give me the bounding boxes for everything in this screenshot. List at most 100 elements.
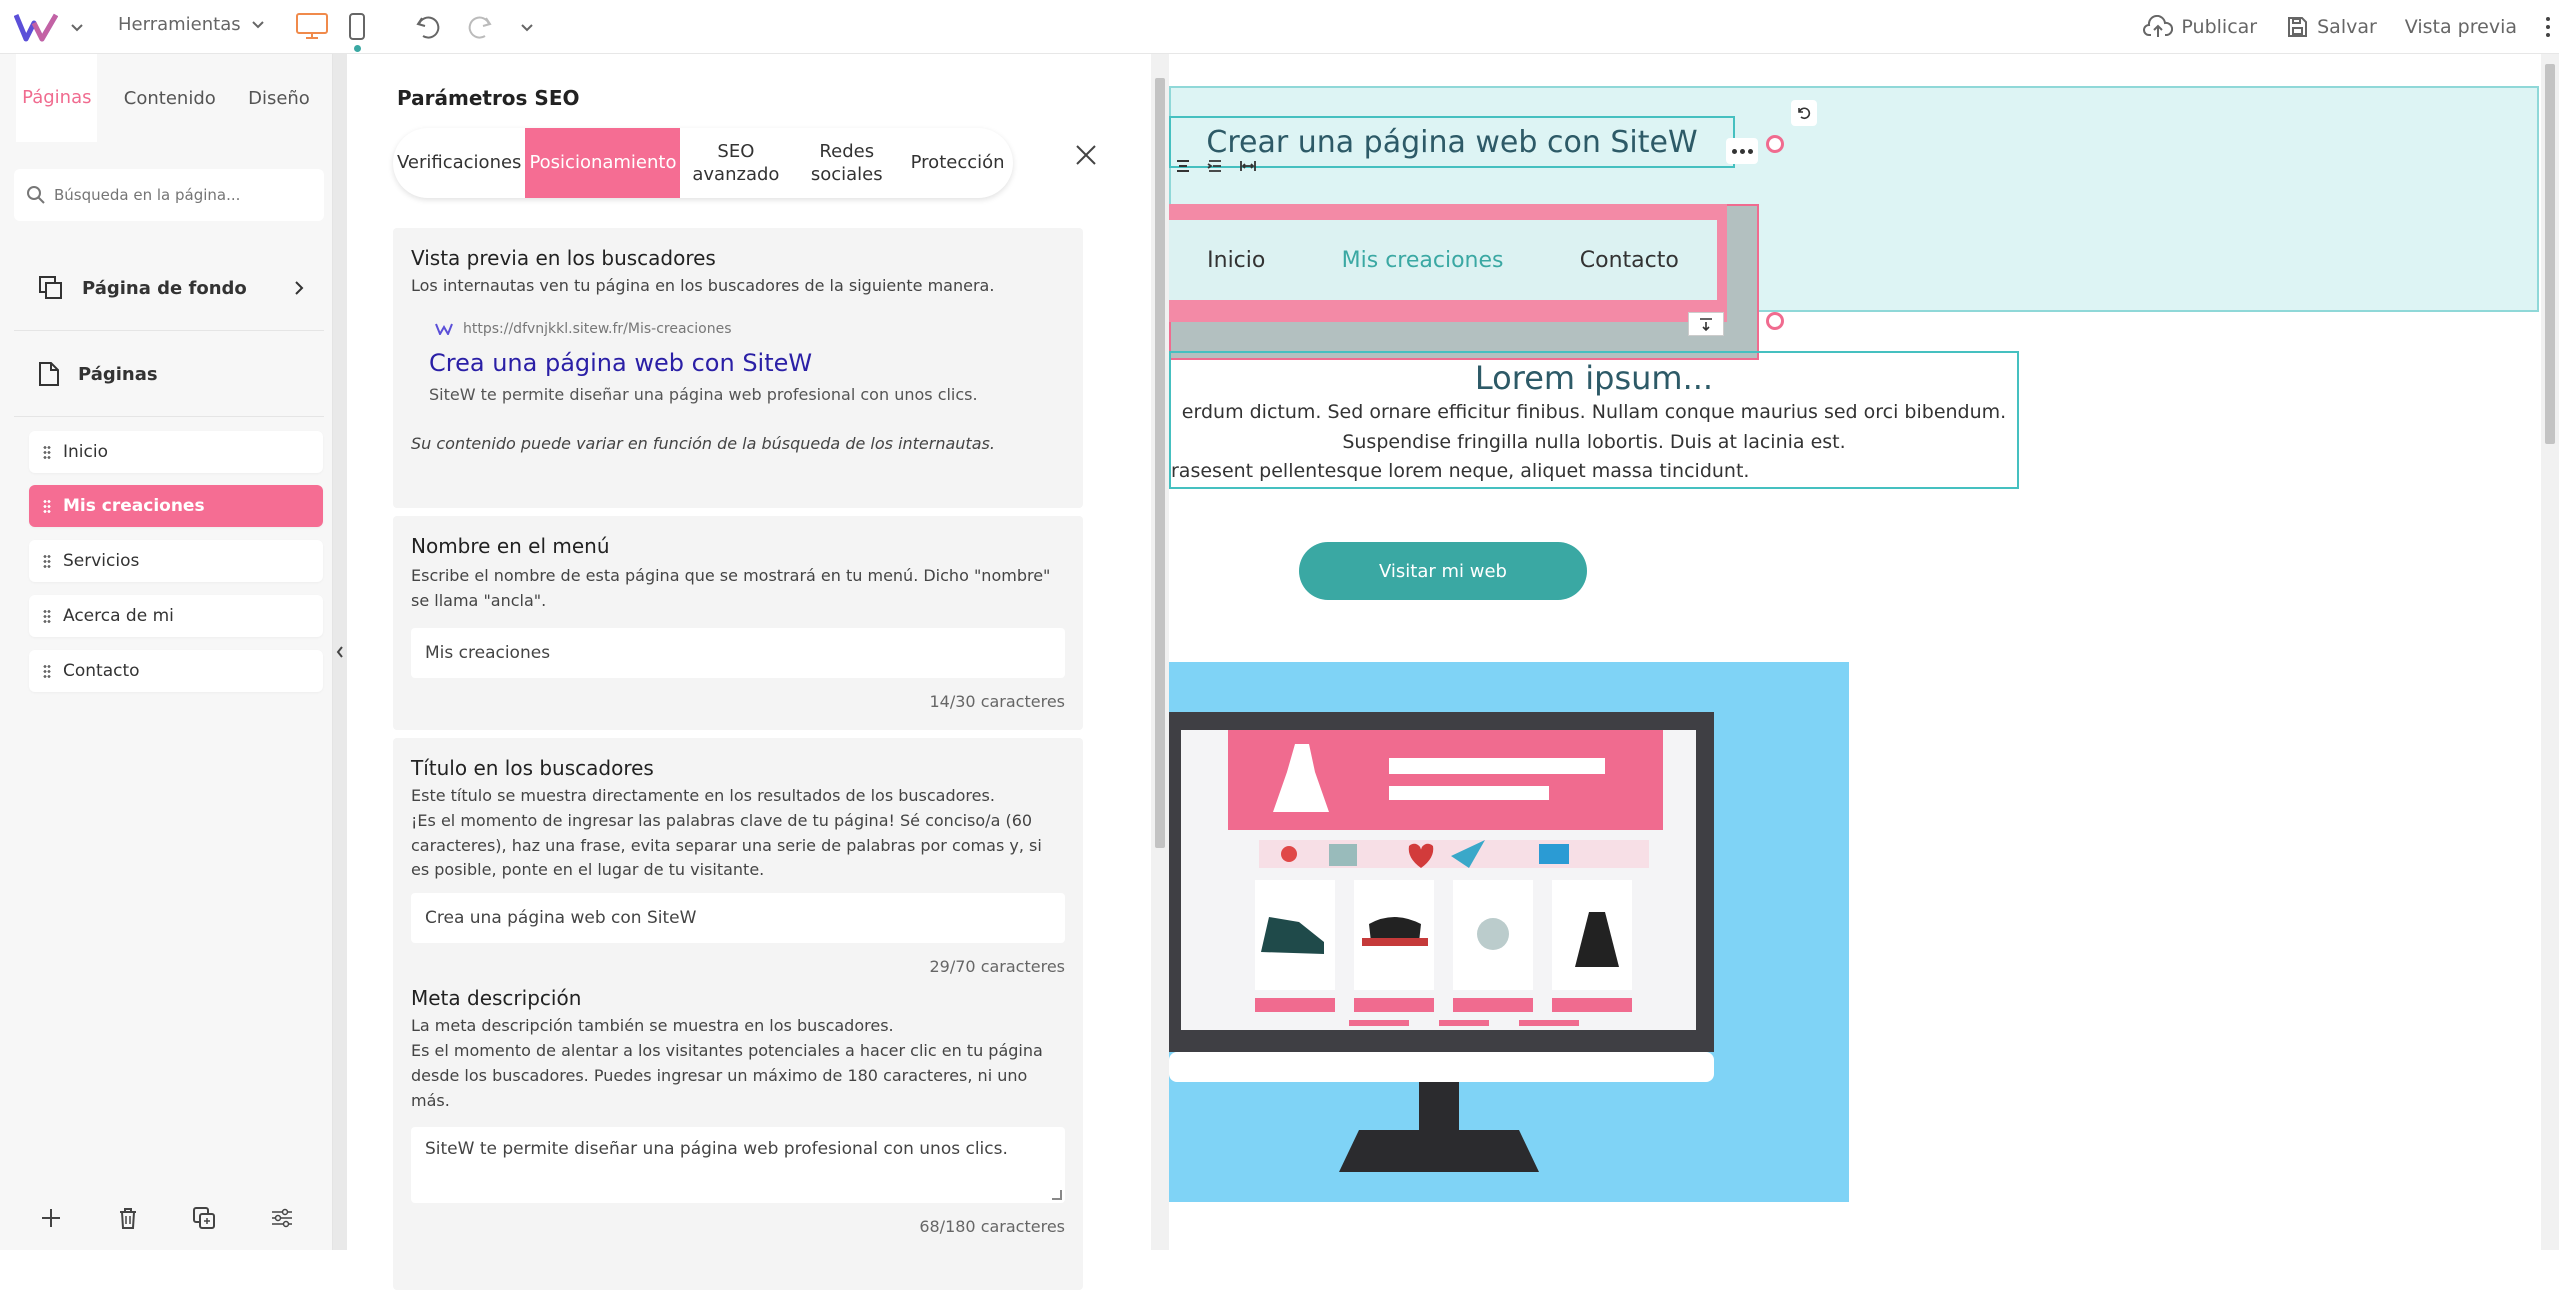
tools-label: Herramientas — [118, 14, 241, 35]
page-item-inicio[interactable]: Inicio — [29, 431, 323, 473]
favicon-icon — [435, 323, 453, 335]
page-item-acerca[interactable]: Acerca de mi — [29, 595, 323, 637]
topbar-actions: Publicar Salvar Vista previa — [2143, 0, 2559, 54]
duplicate-icon[interactable] — [192, 1206, 216, 1234]
tab-seo-avanzado[interactable]: SEO avanzado — [680, 128, 791, 198]
left-panel: Páginas Contenido Diseño Página de fondo… — [0, 54, 333, 1250]
rotate-icon[interactable] — [1791, 100, 1817, 126]
tab-content[interactable]: Contenido — [118, 54, 222, 142]
cloud-upload-icon — [2143, 15, 2174, 37]
active-device-dot — [354, 45, 361, 52]
result-description: SiteW te permite diseñar una página web … — [429, 384, 978, 404]
page-search[interactable] — [14, 169, 324, 221]
search-icon — [27, 186, 45, 204]
preview-label: Vista previa — [2404, 16, 2517, 38]
lorem-line: rasesent pellentesque lorem neque, aliqu… — [1171, 460, 1750, 483]
close-icon[interactable] — [1075, 144, 1097, 170]
menu-name-description: Escribe el nombre de esta página que se … — [411, 566, 1051, 610]
block-toolbar — [1175, 158, 1257, 177]
scrollbar-thumb[interactable] — [1155, 78, 1165, 848]
website-illustration[interactable] — [1169, 662, 1849, 1202]
desktop-view-icon[interactable] — [295, 12, 329, 44]
insert-section-icon[interactable] — [1688, 312, 1724, 336]
publish-button[interactable]: Publicar — [2143, 15, 2257, 39]
chevron-down-icon[interactable] — [70, 18, 84, 37]
tab-pages[interactable]: Páginas — [16, 54, 98, 142]
tab-verificaciones[interactable]: Verificaciones — [393, 128, 525, 198]
lorem-heading: Lorem ipsum... — [1474, 359, 1714, 397]
search-title-desc1: Este título se muestra directamente en l… — [411, 786, 995, 805]
menu-name-heading: Nombre en el menú — [411, 534, 610, 558]
meta-description-value: SiteW te permite diseñar una página web … — [425, 1139, 1008, 1160]
undo-icon[interactable] — [414, 12, 444, 46]
search-input[interactable] — [54, 186, 304, 204]
meta-heading: Meta descripción — [411, 986, 582, 1011]
lorem-text-block[interactable]: Lorem ipsum... erdum dictum. Sed ornare … — [1169, 351, 2019, 489]
kebab-menu-icon[interactable] — [2545, 15, 2551, 39]
search-title-input[interactable]: Crea una página web con SiteW — [411, 893, 1065, 944]
tools-menu[interactable]: Herramientas — [118, 14, 265, 35]
page-icon — [39, 362, 59, 386]
meta-desc2: Es el momento de alentar a los visitante… — [411, 1040, 1043, 1110]
drag-handle-icon[interactable] — [43, 609, 51, 623]
publish-label: Publicar — [2181, 16, 2258, 38]
visit-site-button[interactable]: Visitar mi web — [1299, 542, 1587, 600]
search-title-heading: Título en los buscadores — [411, 756, 654, 780]
trash-icon[interactable] — [117, 1206, 139, 1234]
stretch-icon[interactable] — [1239, 158, 1257, 177]
collapse-panel-handle[interactable] — [333, 54, 347, 1250]
seo-tabs: Verificaciones Posicionamiento SEO avanz… — [393, 128, 1013, 198]
site-menu[interactable]: Inicio Mis creaciones Contacto — [1169, 220, 1717, 300]
pages-row: Páginas — [14, 338, 324, 410]
more-options-icon[interactable] — [1726, 138, 1758, 164]
add-icon[interactable] — [39, 1206, 63, 1234]
drag-handle-icon[interactable] — [43, 499, 51, 513]
background-page-row[interactable]: Página de fondo — [14, 252, 324, 324]
page-item-label: Contacto — [63, 661, 140, 681]
tab-proteccion[interactable]: Protección — [902, 128, 1013, 198]
divider — [14, 416, 324, 417]
chevron-down-icon[interactable] — [520, 18, 534, 37]
seo-panel-scrollbar[interactable] — [1151, 54, 1169, 1250]
align-icon[interactable] — [1175, 158, 1191, 177]
canvas-scrollbar[interactable] — [2541, 54, 2559, 1250]
chevron-down-icon — [251, 20, 264, 28]
scrollbar-thumb[interactable] — [2545, 64, 2555, 444]
page-item-label: Inicio — [63, 442, 108, 462]
tab-posicionamiento[interactable]: Posicionamiento — [525, 128, 681, 198]
meta-count: 68/180 caracteres — [919, 1217, 1065, 1237]
search-title-card: Título en los buscadores Este título se … — [393, 738, 1083, 1290]
settings-sliders-icon[interactable] — [270, 1206, 294, 1234]
redo-icon[interactable] — [464, 12, 494, 46]
preview-button[interactable]: Vista previa — [2405, 16, 2517, 38]
menu-item-contacto[interactable]: Contacto — [1580, 248, 1679, 273]
preview-note: Su contenido puede variar en función de … — [411, 433, 995, 453]
save-button[interactable]: Salvar — [2285, 15, 2377, 39]
page-item-mis-creaciones[interactable]: Mis creaciones — [29, 485, 323, 527]
drag-handle-icon[interactable] — [43, 554, 51, 568]
resize-handle-bottom[interactable] — [1766, 312, 1784, 330]
monitor-illustration — [1169, 712, 1714, 1172]
tab-redes-sociales[interactable]: Redes sociales — [791, 128, 902, 198]
drag-handle-icon[interactable] — [43, 445, 51, 459]
page-item-servicios[interactable]: Servicios — [29, 540, 323, 582]
mobile-view-icon[interactable] — [348, 12, 366, 46]
page-item-label: Mis creaciones — [63, 496, 205, 516]
menu-name-input[interactable]: Mis creaciones — [411, 627, 1065, 678]
resize-handle-top[interactable] — [1766, 135, 1784, 153]
result-url: https://dfvnjkkl.sitew.fr/Mis-creaciones — [435, 321, 1065, 337]
page-item-contacto[interactable]: Contacto — [29, 650, 323, 692]
background-page-label: Página de fondo — [82, 277, 247, 299]
sitew-logo-icon[interactable] — [12, 8, 60, 46]
tab-design[interactable]: Diseño — [242, 54, 316, 142]
menu-item-inicio[interactable]: Inicio — [1207, 248, 1265, 273]
resize-handle-icon[interactable] — [1052, 1190, 1062, 1201]
top-toolbar: Herramientas Publicar Salvar Vista previ… — [0, 0, 2559, 54]
layers-icon — [39, 276, 62, 299]
meta-description-textarea[interactable]: SiteW te permite diseñar una página web … — [411, 1127, 1065, 1204]
result-title: Crea una página web con SiteW — [429, 348, 813, 377]
indent-icon[interactable] — [1207, 158, 1223, 177]
lorem-line: Suspendise fringilla nulla lobortis. Dui… — [1342, 430, 1846, 453]
menu-item-mis-creaciones[interactable]: Mis creaciones — [1342, 248, 1504, 273]
drag-handle-icon[interactable] — [43, 664, 51, 678]
